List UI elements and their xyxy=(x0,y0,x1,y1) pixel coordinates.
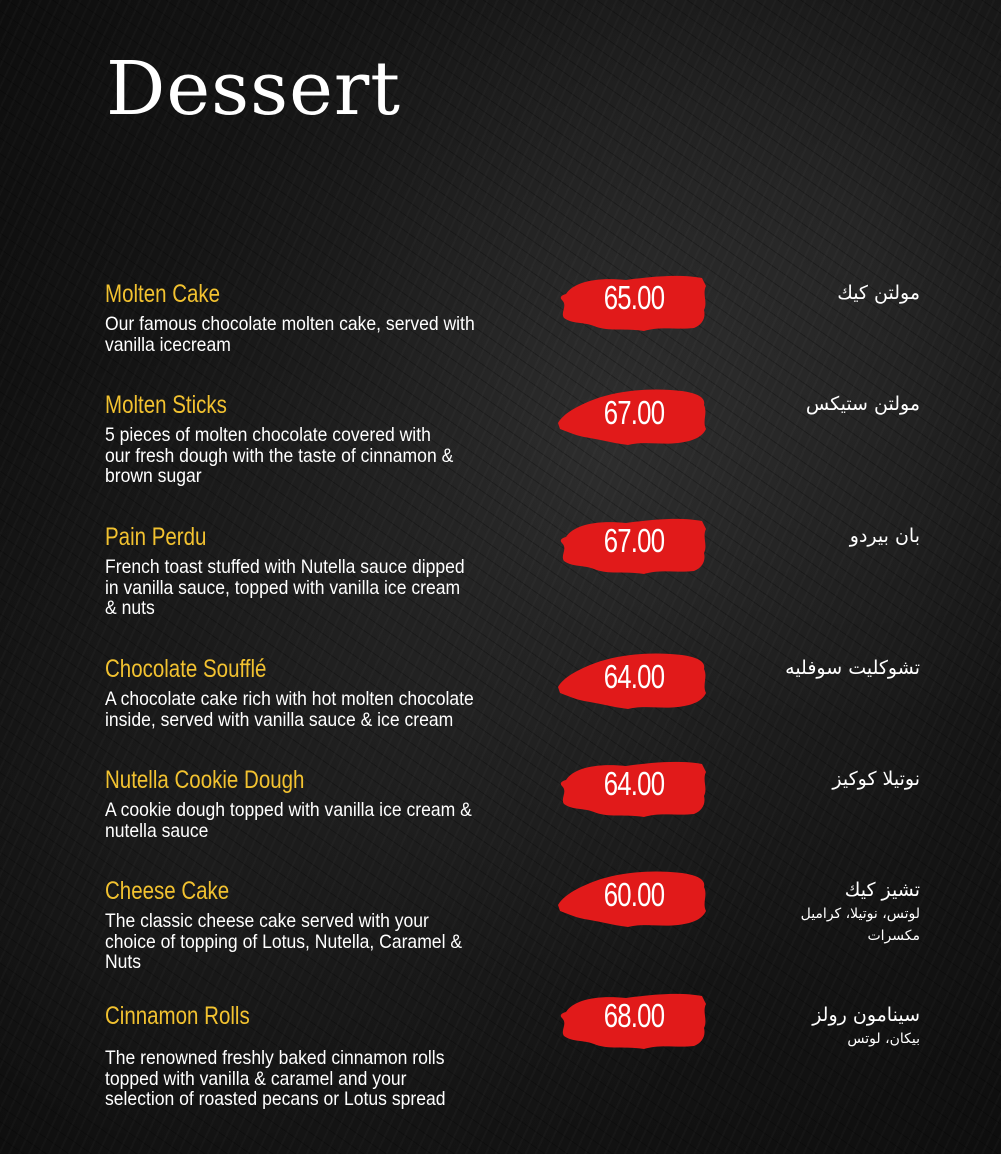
item-description: A cookie dough topped with vanilla ice c… xyxy=(105,800,528,841)
item-name: Nutella Cookie Dough xyxy=(105,766,305,794)
item-name-arabic: تشوكليت سوفليه xyxy=(785,657,920,679)
description-line: selection of roasted pecans or Lotus spr… xyxy=(105,1088,446,1110)
description-line: French toast stuffed with Nutella sauce … xyxy=(105,556,465,578)
item-name-arabic: مولتن كيك xyxy=(837,282,920,304)
item-name-arabic: مولتن ستيكس xyxy=(805,393,920,415)
item-description: 5 pieces of molten chocolate covered wit… xyxy=(105,425,528,487)
description-line: The renowned freshly baked cinnamon roll… xyxy=(105,1047,445,1069)
item-name: Molten Cake xyxy=(105,280,221,308)
item-description: Our famous chocolate molten cake, served… xyxy=(105,314,528,355)
item-description: French toast stuffed with Nutella sauce … xyxy=(105,557,528,619)
description-line: choice of topping of Lotus, Nutella, Car… xyxy=(105,930,463,953)
description-line: A chocolate cake rich with hot molten ch… xyxy=(105,688,474,710)
item-name: Cheese Cake xyxy=(105,877,230,905)
page-title: Dessert xyxy=(106,46,401,132)
description-line: inside, served with vanilla sauce & ice … xyxy=(105,708,454,731)
description-line: topped with vanilla & caramel and your xyxy=(105,1067,407,1090)
item-toppings-arabic: مكسرات xyxy=(867,928,920,944)
item-name: Molten Sticks xyxy=(105,391,227,419)
item-toppings-arabic: لوتس، نوتيلا، كراميل xyxy=(800,906,920,922)
description-line: Nuts xyxy=(105,951,142,973)
item-name-arabic: بان بيردو xyxy=(849,525,920,547)
item-toppings-arabic: بيكان، لوتس xyxy=(847,1031,920,1047)
item-name: Chocolate Soufflé xyxy=(105,655,267,683)
description-line: in vanilla sauce, topped with vanilla ic… xyxy=(105,576,461,599)
description-line: nutella sauce xyxy=(105,819,209,842)
item-description: The classic cheese cake served with your… xyxy=(105,911,528,973)
description-line: brown sugar xyxy=(105,465,202,487)
description-line: vanilla icecream xyxy=(105,333,231,356)
description-line: & nuts xyxy=(105,597,155,619)
item-name-arabic: نوتيلا كوكيز xyxy=(832,768,920,790)
description-line: our fresh dough with the taste of cinnam… xyxy=(105,444,454,467)
description-line: 5 pieces of molten chocolate covered wit… xyxy=(105,424,431,446)
description-line: The classic cheese cake served with your xyxy=(105,910,429,932)
description-line: A cookie dough topped with vanilla ice c… xyxy=(105,799,472,821)
description-line: Our famous chocolate molten cake, served… xyxy=(105,313,475,335)
item-description: The renowned freshly baked cinnamon roll… xyxy=(105,1048,528,1110)
item-description: A chocolate cake rich with hot molten ch… xyxy=(105,689,528,730)
item-name: Pain Perdu xyxy=(105,523,207,551)
item-name-arabic: تشيز كيك xyxy=(844,879,920,901)
item-name-arabic: سينامون رولز xyxy=(812,1004,920,1026)
item-name: Cinnamon Rolls xyxy=(105,1002,250,1030)
